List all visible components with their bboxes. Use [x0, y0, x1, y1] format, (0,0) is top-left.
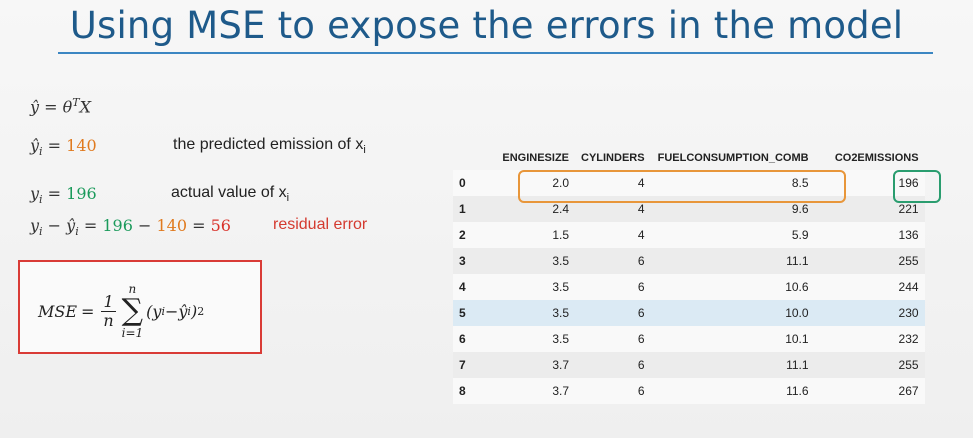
- table-row: 1 2.4 4 9.6 221: [453, 196, 925, 222]
- column-header: FUELCONSUMPTION_COMB: [657, 152, 809, 164]
- table-row: 6 3.5 6 10.1 232: [453, 326, 925, 352]
- title-underline: [58, 52, 933, 54]
- sum-symbol: n ∑ i=1: [121, 282, 144, 340]
- mse-formula-box: MSE = 1 n n ∑ i=1 (y i − ŷ i) 2: [18, 260, 262, 354]
- mse-fraction: 1 n: [101, 291, 116, 330]
- table-header: ENGINESIZE CYLINDERS FUELCONSUMPTION_COM…: [453, 146, 925, 170]
- data-table: ENGINESIZE CYLINDERS FUELCONSUMPTION_COM…: [453, 146, 925, 404]
- residual-equation: yi − ŷi = 196 − 140 = 56: [30, 216, 231, 239]
- table-row: 3 3.5 6 11.1 255: [453, 248, 925, 274]
- mse-lhs: MSE: [38, 301, 78, 321]
- slide: Using MSE to expose the errors in the mo…: [0, 0, 973, 438]
- actual-value: 196: [66, 184, 97, 203]
- predicted-label: the predicted emission of xi: [173, 136, 366, 157]
- actual-value-equation: yi = 196: [30, 184, 97, 207]
- x-symbol: X: [79, 97, 92, 117]
- table-row-highlighted: 5 3.5 6 10.0 230: [453, 300, 925, 326]
- table-row: 0 2.0 4 8.5 196: [453, 170, 925, 196]
- predicted-value-equation: ŷi = 140: [30, 136, 97, 159]
- slide-title: Using MSE to expose the errors in the mo…: [69, 4, 904, 47]
- column-header: ENGINESIZE: [502, 152, 569, 164]
- table-row: 8 3.7 6 11.6 267: [453, 378, 925, 404]
- residual-value: 56: [210, 216, 231, 235]
- table-row: 4 3.5 6 10.6 244: [453, 274, 925, 300]
- predicted-value: 140: [66, 136, 97, 155]
- table-row: 2 1.5 4 5.9 136: [453, 222, 925, 248]
- table-row: 7 3.7 6 11.1 255: [453, 352, 925, 378]
- column-header: CYLINDERS: [581, 152, 645, 164]
- yhat-symbol: ŷ: [30, 97, 40, 117]
- theta-symbol: θ: [62, 97, 73, 117]
- prediction-equation: ŷ = θTX: [30, 96, 92, 117]
- mse-formula: MSE = 1 n n ∑ i=1 (y i − ŷ i) 2: [38, 282, 205, 340]
- column-header: CO2EMISSIONS: [834, 152, 919, 164]
- residual-label: residual error: [273, 216, 368, 233]
- actual-label: actual value of xi: [171, 184, 290, 205]
- transpose-sup: T: [72, 96, 80, 109]
